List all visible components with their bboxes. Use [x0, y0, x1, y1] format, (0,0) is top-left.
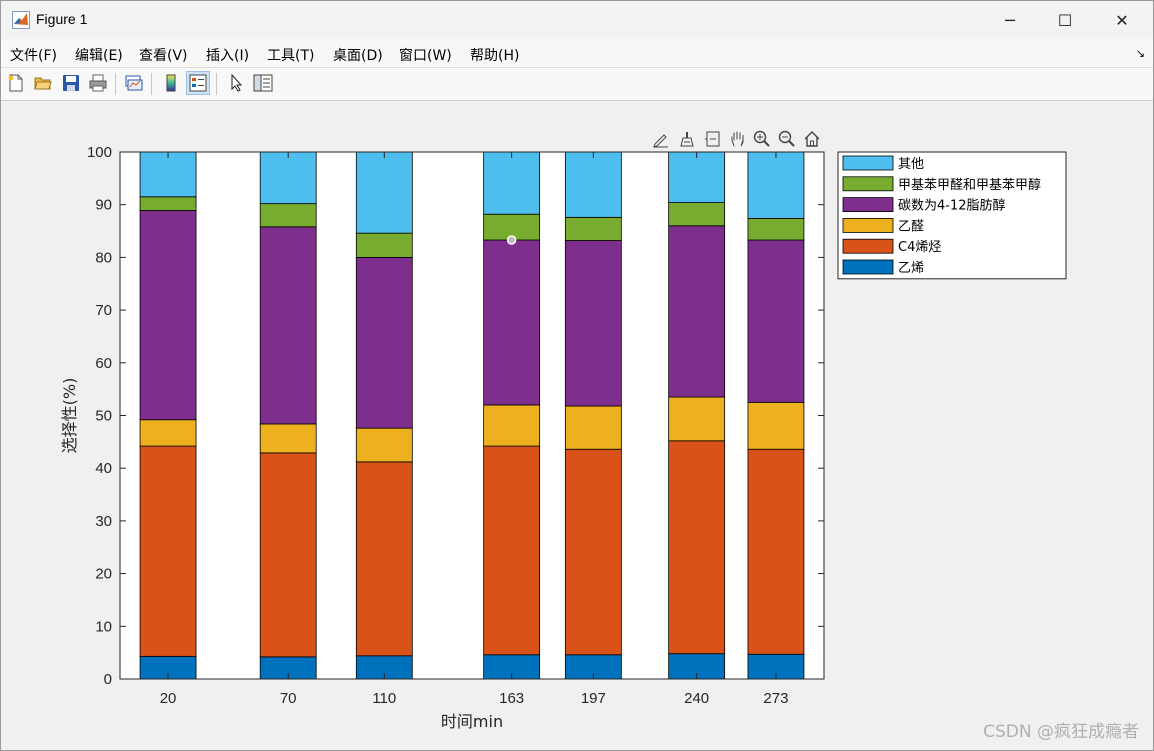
x-tick-label: 163 — [499, 690, 524, 707]
datatip-marker — [506, 235, 517, 245]
bar-segment — [668, 225, 726, 398]
bar-segment — [747, 218, 805, 241]
x-tick-label: 70 — [280, 690, 297, 707]
x-axis-label: 时间min — [441, 712, 503, 731]
bar-segment — [355, 232, 413, 258]
bar-segment — [355, 427, 413, 463]
bar-segment — [564, 151, 622, 218]
bar-segment — [564, 448, 622, 656]
bar-segment — [747, 401, 805, 450]
bar-segment — [483, 151, 541, 215]
bar-segment — [483, 239, 541, 406]
y-tick-label: 100 — [87, 144, 112, 161]
y-tick-label: 90 — [95, 197, 112, 214]
x-tick-label: 197 — [581, 690, 606, 707]
y-tick-label: 50 — [95, 408, 112, 425]
bar-segment — [483, 404, 541, 447]
x-tick-label: 110 — [372, 690, 396, 707]
y-axis-label: 选择性(%) — [60, 378, 79, 454]
y-tick-label: 70 — [95, 302, 112, 319]
legend-swatch — [842, 259, 894, 275]
bar-segment — [139, 196, 197, 211]
bar-segment — [355, 461, 413, 657]
bar-segment — [747, 151, 805, 219]
y-tick-label: 80 — [95, 249, 112, 266]
bar-segment — [355, 256, 413, 429]
bar-segment — [139, 445, 197, 657]
figure-window: Figure 1 ─ ☐ ✕ 文件(F) 编辑(E) 查看(V) 插入(I) 工… — [0, 0, 1154, 751]
bar-segment — [259, 452, 317, 658]
legend-swatch — [842, 238, 894, 254]
legend-swatch — [842, 217, 894, 233]
y-tick-label: 20 — [95, 566, 112, 583]
y-tick-label: 60 — [95, 355, 112, 372]
bar-segment — [139, 151, 197, 198]
x-tick-label: 273 — [763, 690, 788, 707]
bar-segment — [564, 405, 622, 450]
bar-segment — [564, 216, 622, 241]
legend-entry: 乙烯 — [898, 261, 924, 276]
bar-segment — [747, 239, 805, 403]
bar-segment — [747, 448, 805, 655]
legend-entry: 乙醛 — [898, 218, 924, 234]
legend-swatch — [842, 197, 894, 213]
bar-segment — [355, 151, 413, 234]
bar-segment — [668, 202, 726, 227]
legend-entry: 碳数为4-12脂肪醇 — [898, 198, 1006, 214]
bar-segment — [668, 151, 726, 203]
bar-segment — [259, 423, 317, 454]
bar-segment — [259, 151, 317, 205]
bar-segment — [259, 226, 317, 425]
x-tick-label: 240 — [684, 690, 709, 707]
bar-segment — [139, 210, 197, 421]
y-tick-label: 10 — [95, 618, 112, 635]
y-tick-label: 30 — [95, 513, 112, 530]
legend-entry: 甲基苯甲醛和甲基苯甲醇 — [898, 177, 1041, 193]
bar-segment — [483, 445, 541, 656]
y-tick-label: 40 — [95, 460, 112, 477]
legend-swatch — [842, 155, 894, 171]
legend-swatch — [842, 176, 894, 192]
x-tick-label: 20 — [160, 690, 177, 707]
bar-segment — [564, 240, 622, 407]
watermark-text: CSDN @疯狂成瘾者 — [983, 722, 1139, 742]
legend-entry: C4烯烃 — [898, 240, 941, 255]
bar-chart: 0 10 20 30 40 50 60 70 80 90 100 20 70 110 163 197 240 27… — [60, 144, 1067, 731]
bar-segment — [668, 440, 726, 655]
bar-segment — [668, 396, 726, 442]
legend-entry: 其他 — [898, 157, 924, 172]
bar-segment — [139, 419, 197, 447]
bar-segment — [259, 203, 317, 228]
y-tick-label: 0 — [104, 671, 112, 688]
